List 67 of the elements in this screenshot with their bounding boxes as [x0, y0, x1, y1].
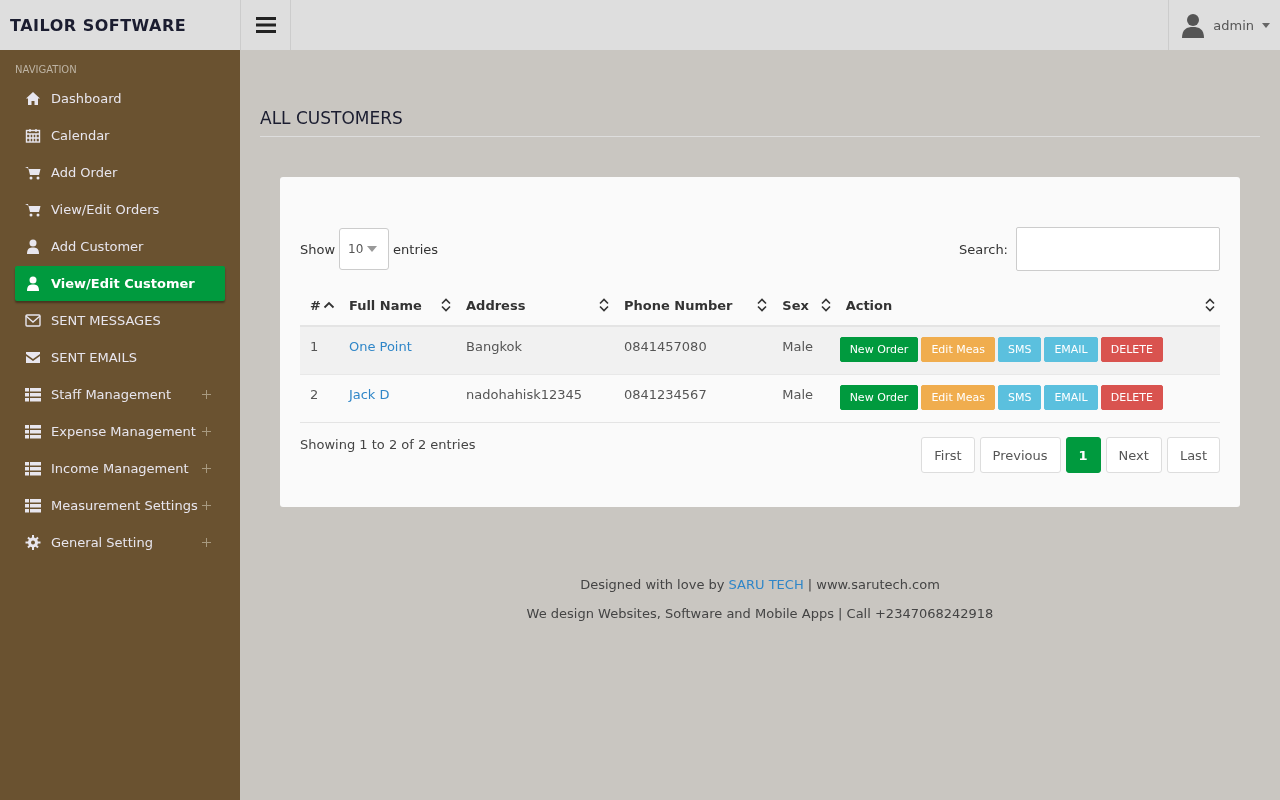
entries-info: Showing 1 to 2 of 2 entries: [300, 436, 476, 452]
column-header[interactable]: Phone Number: [613, 285, 773, 325]
list-icon: [25, 498, 41, 513]
sidebar-item[interactable]: Add Customer: [15, 229, 225, 264]
menu-icon: [255, 17, 276, 33]
table-cell: 2: [300, 374, 339, 422]
sidebar-item[interactable]: View/Edit Orders: [15, 192, 225, 227]
avatar-icon: [1181, 12, 1206, 38]
sidebar-item[interactable]: Staff Management: [15, 377, 225, 412]
column-header[interactable]: Full Name: [338, 285, 456, 325]
sidebar-item[interactable]: Measurement Settings: [15, 488, 225, 523]
search-field[interactable]: [1016, 227, 1220, 271]
column-header[interactable]: Address: [456, 285, 614, 325]
entries-select[interactable]: 10: [339, 228, 390, 270]
brand-title: TAILOR SOFTWARE: [9, 14, 188, 37]
user-icon: [25, 239, 41, 254]
action-button[interactable]: New Order: [839, 337, 919, 362]
table-cell: Bangkok: [456, 326, 614, 375]
envelope-icon: [25, 350, 41, 365]
sidebar-item[interactable]: View/Edit Customer: [15, 266, 225, 301]
column-header[interactable]: Action: [835, 285, 1220, 325]
action-button[interactable]: DELETE: [1100, 385, 1163, 410]
nav-heading: NAVIGATION: [15, 63, 78, 77]
user-icon: [25, 276, 41, 291]
page-button[interactable]: Next: [1105, 437, 1162, 473]
show-label: Show: [300, 241, 336, 257]
caret-icon: [1262, 22, 1270, 28]
search-label: Search:: [958, 241, 1008, 257]
list-icon: [25, 387, 41, 402]
footer-contact: We design Websites, Software and Mobile Apps | Call +2347068242918: [525, 606, 995, 621]
column-header[interactable]: Sex: [772, 285, 836, 325]
table-cell: 1: [300, 326, 339, 375]
table-cell: 0841234567: [613, 374, 773, 422]
sidebar-item[interactable]: Add Order: [15, 155, 225, 190]
sidebar-item[interactable]: General Setting: [15, 525, 225, 560]
column-header[interactable]: #: [300, 285, 339, 325]
entries-label: entries: [393, 241, 439, 257]
sidebar-item[interactable]: SENT MESSAGES: [15, 303, 225, 338]
home-icon: [25, 91, 41, 106]
page-button[interactable]: 1: [1065, 437, 1101, 473]
menu-button[interactable]: [240, 0, 291, 50]
page-button[interactable]: First: [921, 437, 975, 473]
customer-name-link[interactable]: Jack D: [348, 387, 390, 402]
cart-icon: [25, 165, 41, 180]
page-button[interactable]: Last: [1166, 437, 1220, 473]
list-icon: [25, 424, 41, 439]
caret-icon: [367, 246, 378, 252]
cart-icon: [25, 202, 41, 217]
table-cell: nadohahisk12345: [456, 374, 614, 422]
page-button[interactable]: Previous: [979, 437, 1061, 473]
table-cell: 0841457080: [613, 326, 773, 375]
page-title: ALL CUSTOMERS: [260, 108, 1260, 137]
list-icon: [25, 461, 41, 476]
envelope-outline-icon: [25, 313, 41, 328]
sidebar-item[interactable]: Calendar: [15, 118, 225, 153]
gear-icon: [25, 535, 41, 550]
action-button[interactable]: DELETE: [1100, 337, 1163, 362]
action-button[interactable]: New Order: [839, 385, 919, 410]
table-cell: Male: [772, 326, 836, 375]
customer-name-link[interactable]: One Point: [348, 339, 412, 354]
table-cell: Male: [772, 374, 836, 422]
sidebar-item[interactable]: Dashboard: [15, 81, 225, 116]
sidebar-item[interactable]: Income Management: [15, 451, 225, 486]
calendar-icon: [25, 128, 41, 143]
sidebar-item[interactable]: SENT EMAILS: [15, 340, 225, 375]
footer-credit: Designed with love by SARU TECH | www.sarutech.com: [579, 577, 941, 592]
sidebar-item[interactable]: Expense Management: [15, 414, 225, 449]
